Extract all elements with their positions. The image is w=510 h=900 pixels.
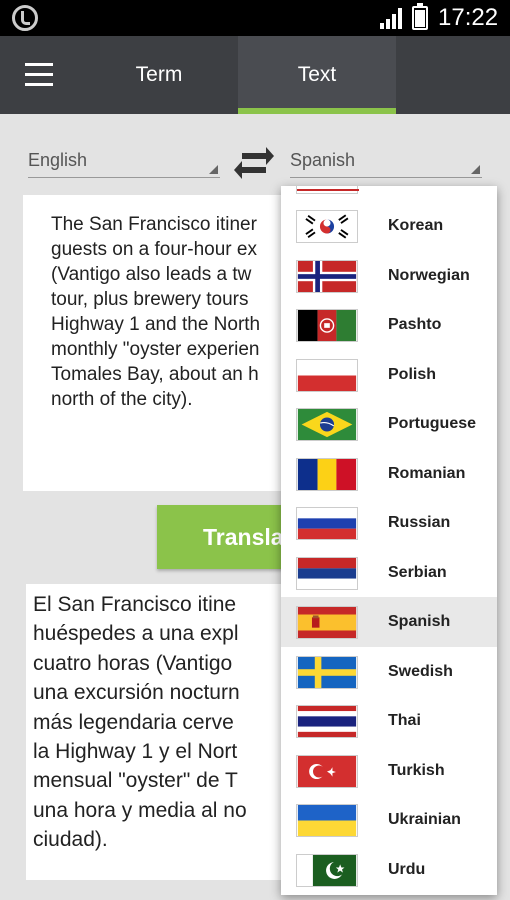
language-option-polish[interactable]: Polish	[281, 350, 497, 400]
language-option-norwegian[interactable]: Norwegian	[281, 251, 497, 301]
language-option-label: Russian	[388, 514, 451, 531]
swap-arrows-icon[interactable]	[232, 143, 276, 183]
turkey-flag-icon	[296, 755, 358, 788]
language-option-label: Norwegian	[388, 267, 470, 284]
source-language-select[interactable]: English	[28, 150, 220, 178]
language-option-label: Polish	[388, 366, 437, 383]
language-option-label: Thai	[388, 712, 421, 729]
language-option-spanish[interactable]: Spanish	[281, 597, 497, 647]
dropdown-caret-icon	[471, 165, 480, 174]
language-option-romanian[interactable]: Romanian	[281, 449, 497, 499]
ukraine-flag-icon	[296, 804, 358, 837]
language-option-label: Korean	[388, 217, 444, 234]
brazil-flag-icon	[296, 408, 358, 441]
language-option-label: Swedish	[388, 663, 453, 680]
source-text-card[interactable]: The San Francisco itiner guests on a fou…	[23, 195, 323, 491]
source-language-label: English	[28, 150, 88, 170]
language-option-russian[interactable]: Russian	[281, 498, 497, 548]
language-option-korean[interactable]: Korean	[281, 201, 497, 251]
language-option-pashto[interactable]: Pashto	[281, 300, 497, 350]
korea-flag-icon	[296, 210, 358, 243]
target-language-select[interactable]: Spanish	[290, 150, 482, 178]
status-bar: 17:22	[0, 0, 510, 36]
language-option-ukrainian[interactable]: Ukrainian	[281, 795, 497, 845]
language-option-label: Portuguese	[388, 415, 477, 432]
battery-icon	[412, 3, 428, 30]
language-option-label: Romanian	[388, 465, 466, 482]
target-language-label: Spanish	[290, 150, 356, 170]
language-option-label: Ukrainian	[388, 811, 461, 828]
tab-text[interactable]: Text	[238, 36, 396, 114]
russia-flag-icon	[296, 507, 358, 540]
language-option-label: Pashto	[388, 316, 442, 333]
language-option-label: Spanish	[388, 613, 451, 630]
clock: 17:22	[438, 4, 499, 31]
afghanistan-flag-icon	[296, 309, 358, 342]
language-option-thai[interactable]: Thai	[281, 696, 497, 746]
language-option-label: Turkish	[388, 762, 445, 779]
dropdown-caret-icon	[209, 165, 218, 174]
language-option-swedish[interactable]: Swedish	[281, 647, 497, 697]
sweden-flag-icon	[296, 656, 358, 689]
romania-flag-icon	[296, 458, 358, 491]
language-option-label: Urdu	[388, 861, 426, 878]
language-dropdown: Korean Norwegian Pashto Polish Portugues…	[281, 186, 497, 895]
signal-icon	[380, 8, 402, 29]
thailand-flag-icon	[296, 705, 358, 738]
partial-flag-icon	[296, 186, 359, 194]
app-icon	[12, 5, 38, 31]
spain-flag-icon	[296, 606, 358, 639]
language-option-serbian[interactable]: Serbian	[281, 548, 497, 598]
tab-term[interactable]: Term	[80, 36, 238, 114]
tab-text-label: Text	[297, 63, 337, 86]
poland-flag-icon	[296, 359, 358, 392]
serbia-flag-icon	[296, 557, 358, 590]
toolbar: Term Text	[0, 36, 510, 114]
language-option-portuguese[interactable]: Portuguese	[281, 399, 497, 449]
menu-icon[interactable]	[14, 60, 66, 90]
language-option-urdu[interactable]: Urdu	[281, 845, 497, 895]
pakistan-flag-icon	[296, 854, 358, 887]
language-option-turkish[interactable]: Turkish	[281, 746, 497, 796]
language-option-label: Serbian	[388, 564, 447, 581]
tab-indicator	[238, 108, 396, 114]
norway-flag-icon	[296, 260, 358, 293]
